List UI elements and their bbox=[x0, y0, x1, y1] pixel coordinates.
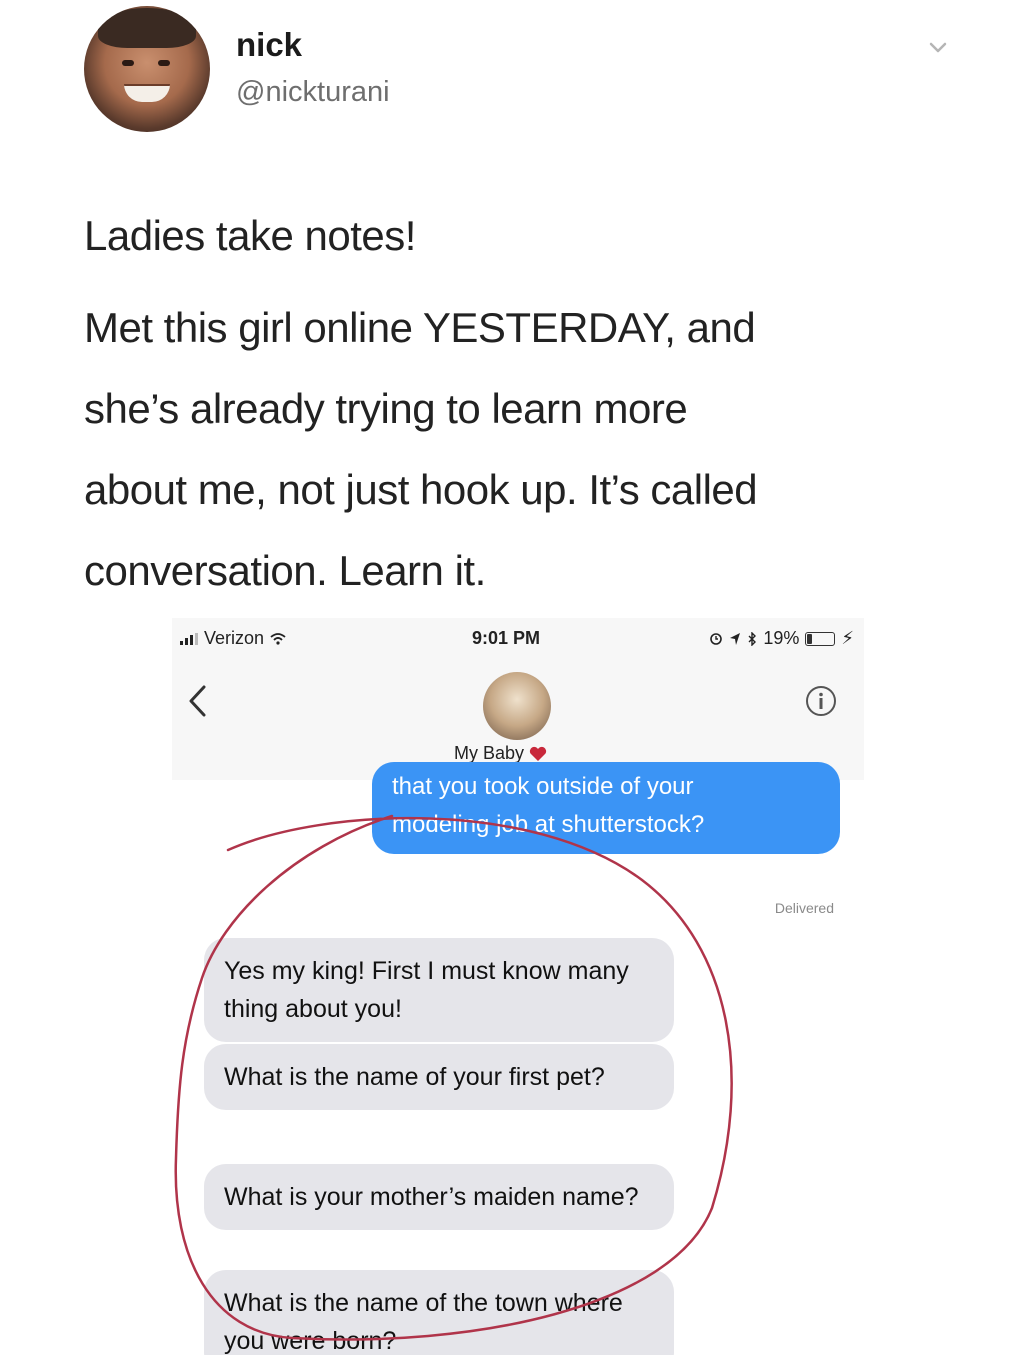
contact-name-text: My Baby bbox=[454, 743, 525, 763]
status-time: 9:01 PM bbox=[472, 628, 541, 648]
tweet-text-line: Ladies take notes! bbox=[84, 212, 416, 259]
heart-icon bbox=[529, 747, 547, 762]
tweet-header: nick @nickturani bbox=[84, 6, 964, 132]
charging-icon: ⚡ bbox=[841, 628, 854, 648]
chevron-down-icon[interactable] bbox=[928, 38, 948, 58]
battery-percent: 19% bbox=[763, 628, 800, 648]
delivered-label: Delivered bbox=[774, 900, 834, 916]
status-bar: Verizon 9:01 PM 19% ⚡ bbox=[172, 618, 864, 658]
message-thread: that you took outside of your modeling j… bbox=[172, 762, 864, 1355]
tweet-text-line: Met this girl online YESTERDAY, and bbox=[84, 304, 756, 351]
avatar[interactable] bbox=[84, 6, 210, 132]
author-handle[interactable]: @nickturani bbox=[236, 76, 390, 109]
info-icon[interactable] bbox=[804, 684, 838, 718]
tweet-text-line: about me, not just hook up. It’s called bbox=[84, 466, 758, 513]
battery-icon bbox=[805, 631, 836, 646]
incoming-message[interactable]: What is the name of the town where you w… bbox=[204, 1270, 674, 1355]
embedded-message-screenshot: Verizon 9:01 PM 19% ⚡ My Baby that you t… bbox=[172, 618, 864, 1355]
incoming-message[interactable]: Yes my king! First I must know many thin… bbox=[204, 938, 674, 1042]
bluetooth-icon bbox=[748, 631, 757, 646]
avatar-hair bbox=[98, 8, 196, 48]
tweet-text-line: she’s already trying to learn more bbox=[84, 385, 688, 432]
message-line: modeling job at shutterstock? bbox=[392, 811, 705, 838]
avatar-eye-left bbox=[122, 60, 134, 66]
location-icon bbox=[730, 632, 741, 645]
alarm-icon bbox=[710, 632, 723, 645]
signal-icon bbox=[180, 632, 198, 645]
tweet-text: Ladies take notes! Met this girl online … bbox=[84, 195, 964, 611]
contact-name[interactable]: My Baby bbox=[454, 743, 547, 764]
avatar-eye-right bbox=[158, 60, 170, 66]
back-chevron-icon[interactable] bbox=[186, 684, 210, 718]
carrier-name: Verizon bbox=[204, 628, 265, 648]
message-line: that you took outside of your bbox=[392, 773, 694, 800]
incoming-message[interactable]: What is your mother’s maiden name? bbox=[204, 1164, 674, 1230]
incoming-message[interactable]: What is the name of your first pet? bbox=[204, 1044, 674, 1110]
contact-avatar[interactable] bbox=[483, 672, 551, 740]
wifi-icon bbox=[270, 632, 286, 645]
author-name[interactable]: nick bbox=[236, 26, 302, 64]
tweet-text-line: conversation. Learn it. bbox=[84, 547, 486, 594]
outgoing-message[interactable]: that you took outside of your modeling j… bbox=[372, 762, 840, 854]
carrier: Verizon bbox=[180, 628, 286, 649]
battery-status: 19% ⚡ bbox=[709, 628, 854, 649]
avatar-smile bbox=[124, 84, 170, 102]
